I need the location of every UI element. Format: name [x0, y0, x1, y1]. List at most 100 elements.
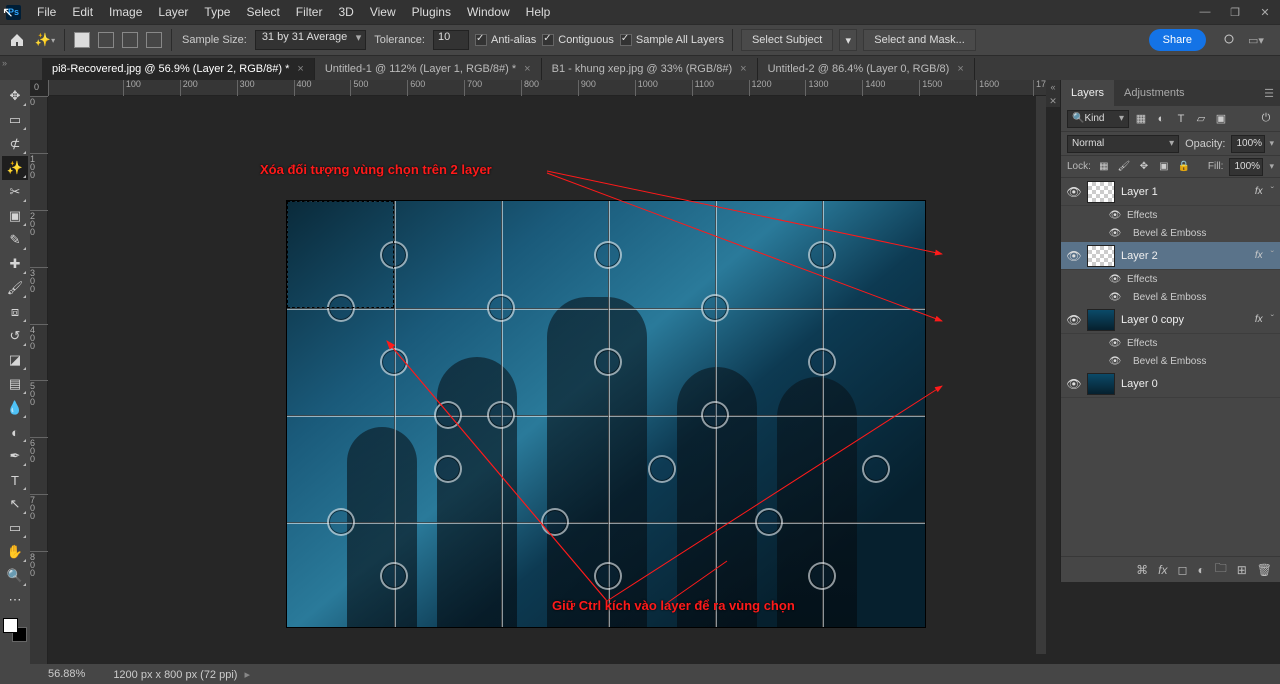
move-tool[interactable]: ✥ — [2, 84, 28, 108]
tab-layers[interactable]: Layers — [1061, 80, 1114, 106]
layer-name[interactable]: Layer 0 copy — [1121, 314, 1249, 326]
magic-wand-tool[interactable]: ✨ — [2, 156, 28, 180]
layer-name[interactable]: Layer 0 — [1121, 378, 1274, 390]
contiguous-checkbox[interactable]: Contiguous — [542, 34, 614, 46]
clone-stamp-tool[interactable]: ⧈ — [2, 300, 28, 324]
filter-shape-icon[interactable]: ▱ — [1193, 111, 1209, 127]
layer-fx-icon[interactable]: fx — [1158, 563, 1167, 577]
visibility-toggle[interactable]: 👁 — [1067, 313, 1081, 327]
visibility-toggle[interactable]: 👁 — [1067, 377, 1081, 391]
filter-type-icon[interactable]: T — [1173, 111, 1189, 127]
visibility-toggle[interactable]: 👁 — [1067, 185, 1081, 199]
visibility-toggle[interactable]: 👁 — [1067, 249, 1081, 263]
close-window-button[interactable]: ✕ — [1250, 1, 1280, 23]
delete-layer-icon[interactable]: 🗑 — [1257, 563, 1272, 577]
gradient-tool[interactable]: ▤ — [2, 372, 28, 396]
layer-effect-item[interactable]: 👁Bevel & Emboss — [1061, 352, 1280, 370]
menu-type[interactable]: Type — [196, 3, 238, 21]
share-button[interactable]: Share — [1149, 29, 1206, 51]
menu-window[interactable]: Window — [459, 3, 518, 21]
zoom-tool[interactable]: 🔍 — [2, 564, 28, 588]
opacity-input[interactable]: 100% — [1231, 135, 1265, 153]
fill-input[interactable]: 100% — [1229, 158, 1263, 176]
layer-thumbnail[interactable] — [1087, 181, 1115, 203]
vertical-scrollbar[interactable] — [1036, 96, 1046, 654]
document-tab[interactable]: B1 - khung xep.jpg @ 33% (RGB/8#)× — [542, 58, 758, 80]
menu-3d[interactable]: 3D — [330, 3, 361, 21]
lock-artboard-icon[interactable]: ▣ — [1157, 160, 1171, 174]
close-panel-icon[interactable]: ✕ — [1049, 96, 1057, 107]
document-tab[interactable]: Untitled-2 @ 86.4% (Layer 0, RGB/8)× — [758, 58, 975, 80]
pen-tool[interactable]: ✒ — [2, 444, 28, 468]
path-select-tool[interactable]: ↖ — [2, 492, 28, 516]
sample-size-select[interactable]: 31 by 31 Average▾ — [255, 30, 366, 50]
layer-thumbnail[interactable] — [1087, 373, 1115, 395]
dodge-tool[interactable]: ◐ — [2, 420, 28, 444]
eyedropper-tool[interactable]: ✎ — [2, 228, 28, 252]
selection-add-icon[interactable] — [98, 32, 114, 48]
home-button[interactable] — [6, 29, 28, 51]
layer-thumbnail[interactable] — [1087, 309, 1115, 331]
lock-transparency-icon[interactable]: ▦ — [1097, 160, 1111, 174]
blend-mode-select[interactable]: Normal▾ — [1067, 135, 1179, 153]
frame-tool[interactable]: ▣ — [2, 204, 28, 228]
menu-help[interactable]: Help — [518, 3, 559, 21]
adjustment-layer-icon[interactable]: ◐ — [1197, 563, 1204, 577]
layer-name[interactable]: Layer 2 — [1121, 250, 1249, 262]
status-menu-chevron[interactable]: ▸ — [241, 669, 250, 681]
layer-mask-icon[interactable]: ◻ — [1177, 563, 1187, 577]
document-tab[interactable]: pi8-Recovered.jpg @ 56.9% (Layer 2, RGB/… — [42, 58, 315, 80]
healing-brush-tool[interactable]: ✚ — [2, 252, 28, 276]
layer-group-icon[interactable]: 🗀 — [1215, 559, 1227, 580]
eraser-tool[interactable]: ◪ — [2, 348, 28, 372]
document-canvas[interactable] — [286, 200, 926, 628]
selection-intersect-icon[interactable] — [146, 32, 162, 48]
blur-tool[interactable]: 💧 — [2, 396, 28, 420]
brush-tool[interactable]: 🖌 — [2, 276, 28, 300]
close-tab-icon[interactable]: × — [957, 63, 963, 75]
layer-row[interactable]: 👁Layer 0 copyfxˇ — [1061, 306, 1280, 334]
fx-expand-icon[interactable]: ˇ — [1271, 250, 1274, 261]
lock-image-icon[interactable]: 🖌 — [1117, 160, 1131, 174]
panel-collapse-strip[interactable]: « ✕ — [1046, 80, 1060, 107]
layer-name[interactable]: Layer 1 — [1121, 186, 1249, 198]
anti-alias-checkbox[interactable]: Anti-alias — [475, 34, 536, 46]
layer-row[interactable]: 👁Layer 2fxˇ — [1061, 242, 1280, 270]
menu-file[interactable]: File — [29, 3, 64, 21]
layer-effect-item[interactable]: 👁Bevel & Emboss — [1061, 288, 1280, 306]
fx-expand-icon[interactable]: ˇ — [1271, 314, 1274, 325]
maximize-button[interactable]: ❐ — [1220, 1, 1250, 23]
crop-tool[interactable]: ✂ — [2, 180, 28, 204]
tab-adjustments[interactable]: Adjustments — [1114, 80, 1195, 106]
tolerance-input[interactable]: 10 — [433, 30, 469, 50]
layer-thumbnail[interactable] — [1087, 245, 1115, 267]
current-tool-icon[interactable]: ✨▾ — [34, 29, 56, 51]
link-layers-icon[interactable]: ⌘ — [1136, 563, 1148, 577]
menu-plugins[interactable]: Plugins — [404, 3, 459, 21]
lasso-tool[interactable]: ⊄ — [2, 132, 28, 156]
panel-menu-icon[interactable]: ☰ — [1258, 87, 1280, 100]
layer-row[interactable]: 👁 Layer 0 — [1061, 370, 1280, 398]
sample-all-checkbox[interactable]: Sample All Layers — [620, 34, 724, 46]
history-brush-tool[interactable]: ↺ — [2, 324, 28, 348]
search-icon[interactable] — [1222, 32, 1238, 48]
new-layer-icon[interactable]: ⊞ — [1237, 563, 1247, 577]
close-tab-icon[interactable]: × — [297, 63, 303, 75]
workspace-icon[interactable]: ▭▾ — [1248, 32, 1264, 48]
layer-effects-row[interactable]: 👁Effects — [1061, 270, 1280, 288]
menu-view[interactable]: View — [362, 3, 404, 21]
color-swatches[interactable] — [3, 618, 27, 642]
selection-subtract-icon[interactable] — [122, 32, 138, 48]
select-subject-button[interactable]: Select Subject — [741, 29, 833, 51]
close-tab-icon[interactable]: × — [740, 63, 746, 75]
menu-image[interactable]: Image — [101, 3, 150, 21]
filter-pixel-icon[interactable]: ▦ — [1133, 111, 1149, 127]
select-subject-dropdown[interactable]: ▾ — [839, 29, 857, 51]
document-tab[interactable]: Untitled-1 @ 112% (Layer 1, RGB/8#) *× — [315, 58, 542, 80]
type-tool[interactable]: T — [2, 468, 28, 492]
shape-tool[interactable]: ▭ — [2, 516, 28, 540]
filter-smart-icon[interactable]: ▣ — [1213, 111, 1229, 127]
fx-expand-icon[interactable]: ˇ — [1271, 186, 1274, 197]
marquee-tool[interactable]: ▭ — [2, 108, 28, 132]
filter-toggle-icon[interactable]: ⏻ — [1258, 111, 1274, 127]
